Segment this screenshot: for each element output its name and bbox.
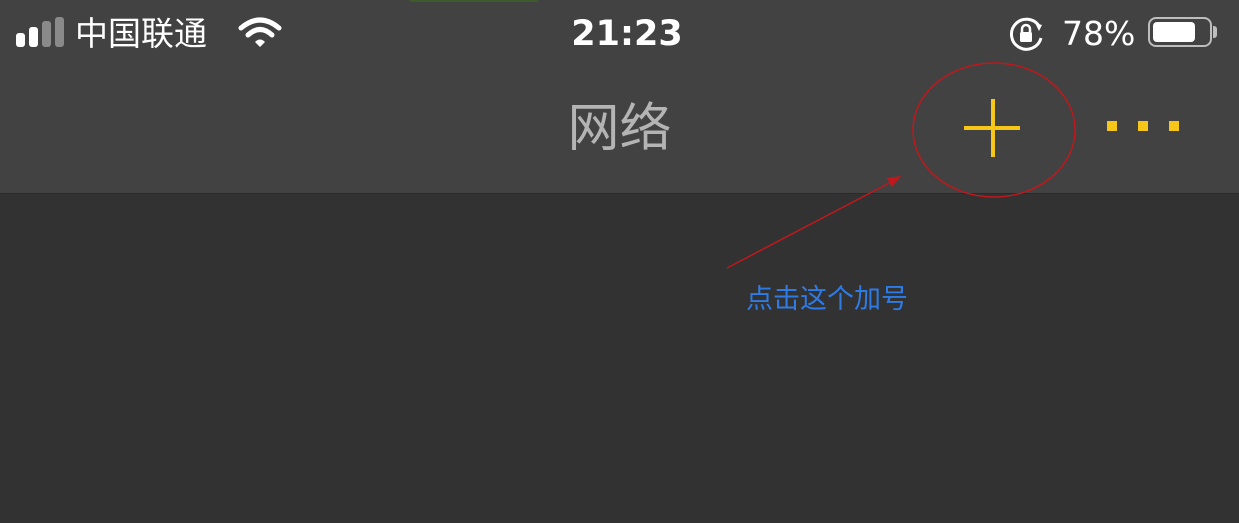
battery-percent: 78%: [1062, 14, 1136, 53]
status-bar: 中国联通 21:23 78%: [0, 0, 1239, 66]
battery-terminal: [1213, 26, 1217, 38]
annotation-hint: 点击这个加号: [746, 284, 908, 315]
battery-level-fill: [1153, 22, 1195, 42]
more-button[interactable]: [1100, 114, 1186, 138]
app-screen: 中国联通 21:23 78% 网络 点击这个加号: [0, 0, 1239, 523]
rotation-lock-icon: [1009, 17, 1043, 51]
status-time: 21:23: [571, 14, 683, 54]
plus-icon: [964, 99, 1020, 157]
add-button[interactable]: [958, 94, 1028, 164]
more-dots-icon: [1107, 121, 1179, 131]
annotation-arrow-line: [726, 180, 894, 269]
battery-icon: [1148, 17, 1212, 47]
page-title: 网络: [567, 99, 672, 159]
